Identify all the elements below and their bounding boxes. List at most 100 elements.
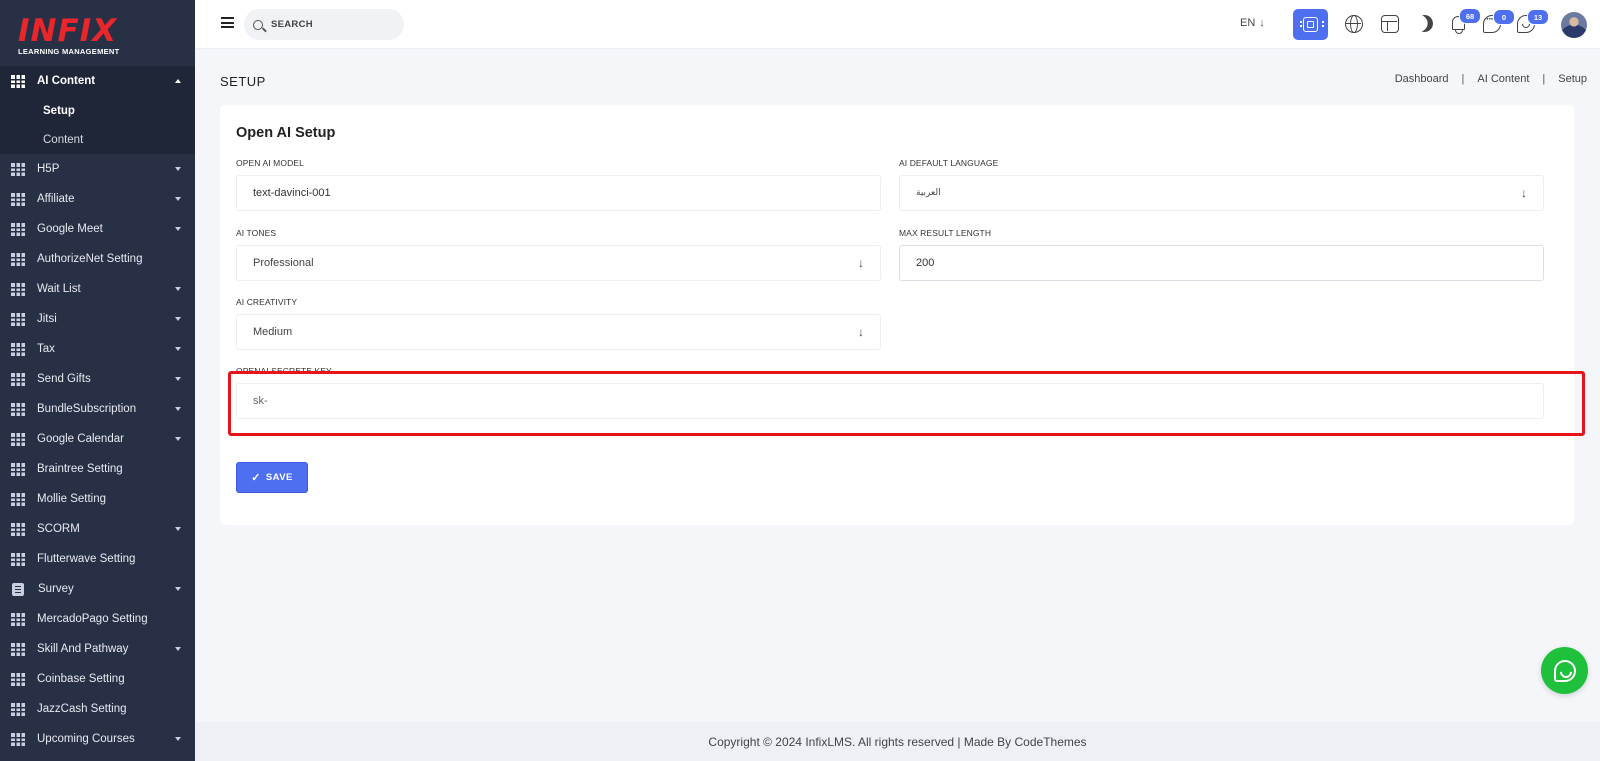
chevron-down-icon xyxy=(175,317,181,321)
sidebar-item-skill-and-pathway[interactable]: Skill And Pathway xyxy=(0,634,195,664)
chevron-down-icon xyxy=(175,167,181,171)
max-result-length-input[interactable]: 200 xyxy=(899,245,1544,281)
logo-main-text: INFIX xyxy=(18,13,118,49)
field-placeholder: sk- xyxy=(253,395,268,407)
sidebar-item-label: Braintree Setting xyxy=(37,463,123,475)
breadcrumb: Dashboard | AI Content | Setup xyxy=(1395,73,1587,85)
globe-icon[interactable] xyxy=(1345,15,1363,33)
chevron-up-icon xyxy=(175,79,181,83)
sidebar-item-label: BundleSubscription xyxy=(37,403,137,415)
sidebar-item-label: Tax xyxy=(37,343,55,355)
grid-icon xyxy=(11,372,25,386)
menu-toggle-icon[interactable] xyxy=(221,17,234,28)
field-label: AI DEFAULT LANGUAGE xyxy=(899,158,999,168)
field-label: AI CREATIVITY xyxy=(236,297,298,307)
logo-sub-text: LEARNING MANAGEMENT xyxy=(18,47,120,56)
sidebar-subitem-setup[interactable]: Setup xyxy=(0,96,195,125)
language-selector[interactable]: EN ↓ xyxy=(1240,17,1265,29)
grid-icon xyxy=(11,672,25,686)
sidebar-item-tax[interactable]: Tax xyxy=(0,334,195,364)
avatar[interactable] xyxy=(1561,12,1587,38)
sidebar-item-label: Google Calendar xyxy=(37,433,124,445)
sidebar-item-authorizenet-setting[interactable]: AuthorizeNet Setting xyxy=(0,244,195,274)
openai-secret-key-field: OPENAI SECRETE KEY sk- xyxy=(236,366,1544,419)
sidebar-item-ai-content[interactable]: AI Content xyxy=(0,66,195,96)
sidebar-item-label: AI Content xyxy=(37,75,96,87)
breadcrumb-separator: | xyxy=(1461,73,1465,85)
logo[interactable]: INFIX LEARNING MANAGEMENT xyxy=(0,0,195,66)
sidebar-item-label: Coinbase Setting xyxy=(37,673,125,685)
field-value: text-davinci-001 xyxy=(253,187,331,199)
ai-chip-button[interactable] xyxy=(1293,9,1328,40)
sidebar-item-bundlesubscription[interactable]: BundleSubscription xyxy=(0,394,195,424)
sidebar-item-mollie-setting[interactable]: Mollie Setting xyxy=(0,484,195,514)
grid-icon xyxy=(11,732,25,746)
sidebar-item-coinbase-setting[interactable]: Coinbase Setting xyxy=(0,664,195,694)
sidebar-item-scorm[interactable]: SCORM xyxy=(0,514,195,544)
sidebar-item-label: Google Meet xyxy=(37,223,103,235)
message-icon[interactable]: 0 xyxy=(1483,9,1515,33)
sidebar-item-google-meet[interactable]: Google Meet xyxy=(0,214,195,244)
search-box[interactable] xyxy=(244,9,404,40)
grid-icon xyxy=(11,642,25,656)
save-button[interactable]: ✓ SAVE xyxy=(236,462,308,493)
sidebar-item-label: Affiliate xyxy=(37,193,75,205)
chevron-down-icon xyxy=(175,287,181,291)
sidebar-item-label: Wait List xyxy=(37,283,81,295)
chevron-down-icon xyxy=(175,527,181,531)
sidebar-subitem-label: Content xyxy=(43,133,84,146)
sidebar-item-upcoming-courses[interactable]: Upcoming Courses xyxy=(0,724,195,754)
chevron-down-icon xyxy=(175,437,181,441)
arrow-down-icon: ↓ xyxy=(1259,17,1265,29)
grid-icon xyxy=(11,552,25,566)
card-title: Open AI Setup xyxy=(236,125,336,141)
grid-icon xyxy=(11,462,25,476)
ai-default-language-field: AI DEFAULT LANGUAGE العربية ↓ xyxy=(899,158,1544,211)
chevron-down-icon xyxy=(175,587,181,591)
bell-icon[interactable]: 68 xyxy=(1450,8,1481,34)
sidebar-item-affiliate[interactable]: Affiliate xyxy=(0,184,195,214)
sidebar-subitem-content[interactable]: Content xyxy=(0,125,195,154)
sidebar-item-label: JazzCash Setting xyxy=(37,703,127,715)
breadcrumb-setup[interactable]: Setup xyxy=(1558,73,1587,85)
sidebar-item-label: Flutterwave Setting xyxy=(37,553,136,565)
ai-tones-select[interactable]: Professional ↓ xyxy=(236,245,881,281)
openai-secret-key-input[interactable]: sk- xyxy=(236,383,1544,419)
sidebar-modules: H5P Affiliate Google Meet AuthorizeNet Sett… xyxy=(0,154,195,754)
breadcrumb-separator: | xyxy=(1542,73,1546,85)
sidebar-item-label: Survey xyxy=(38,583,74,595)
sidebar-item-jazzcash-setting[interactable]: JazzCash Setting xyxy=(0,694,195,724)
sidebar-item-label: Jitsi xyxy=(37,313,57,325)
sidebar-item-send-gifts[interactable]: Send Gifts xyxy=(0,364,195,394)
ai-creativity-select[interactable]: Medium ↓ xyxy=(236,314,881,350)
sidebar-item-flutterwave-setting[interactable]: Flutterwave Setting xyxy=(0,544,195,574)
sidebar-item-google-calendar[interactable]: Google Calendar xyxy=(0,424,195,454)
sidebar-item-jitsi[interactable]: Jitsi xyxy=(0,304,195,334)
search-input[interactable] xyxy=(271,19,391,30)
grid-icon xyxy=(11,162,25,176)
breadcrumb-dashboard[interactable]: Dashboard xyxy=(1395,73,1449,85)
sidebar-item-wait-list[interactable]: Wait List xyxy=(0,274,195,304)
sidebar-item-mercadopago-setting[interactable]: MercadoPago Setting xyxy=(0,604,195,634)
whatsapp-chat-button[interactable] xyxy=(1541,647,1588,694)
ai-default-language-select[interactable]: العربية ↓ xyxy=(899,175,1544,211)
doc-icon xyxy=(12,582,24,596)
open-ai-model-input[interactable]: text-davinci-001 xyxy=(236,175,881,211)
whatsapp-count-badge: 13 xyxy=(1527,9,1549,25)
whatsapp-icon xyxy=(1553,659,1576,682)
grid-icon xyxy=(11,74,25,88)
moon-icon[interactable] xyxy=(1414,13,1436,35)
field-value: 200 xyxy=(916,257,935,269)
open-ai-model-field: OPEN AI MODEL text-davinci-001 xyxy=(236,158,881,211)
footer: Copyright © 2024 InfixLMS. All rights re… xyxy=(195,722,1600,761)
message-count-badge: 0 xyxy=(1493,9,1515,25)
grid-icon xyxy=(11,402,25,416)
whatsapp-icon[interactable]: 13 xyxy=(1517,9,1549,33)
layout-icon[interactable] xyxy=(1381,15,1399,33)
sidebar-item-survey[interactable]: Survey xyxy=(0,574,195,604)
sidebar-item-braintree-setting[interactable]: Braintree Setting xyxy=(0,454,195,484)
sidebar-item-h5p[interactable]: H5P xyxy=(0,154,195,184)
grid-icon xyxy=(11,222,25,236)
grid-icon xyxy=(11,612,25,626)
breadcrumb-ai-content[interactable]: AI Content xyxy=(1477,73,1529,85)
